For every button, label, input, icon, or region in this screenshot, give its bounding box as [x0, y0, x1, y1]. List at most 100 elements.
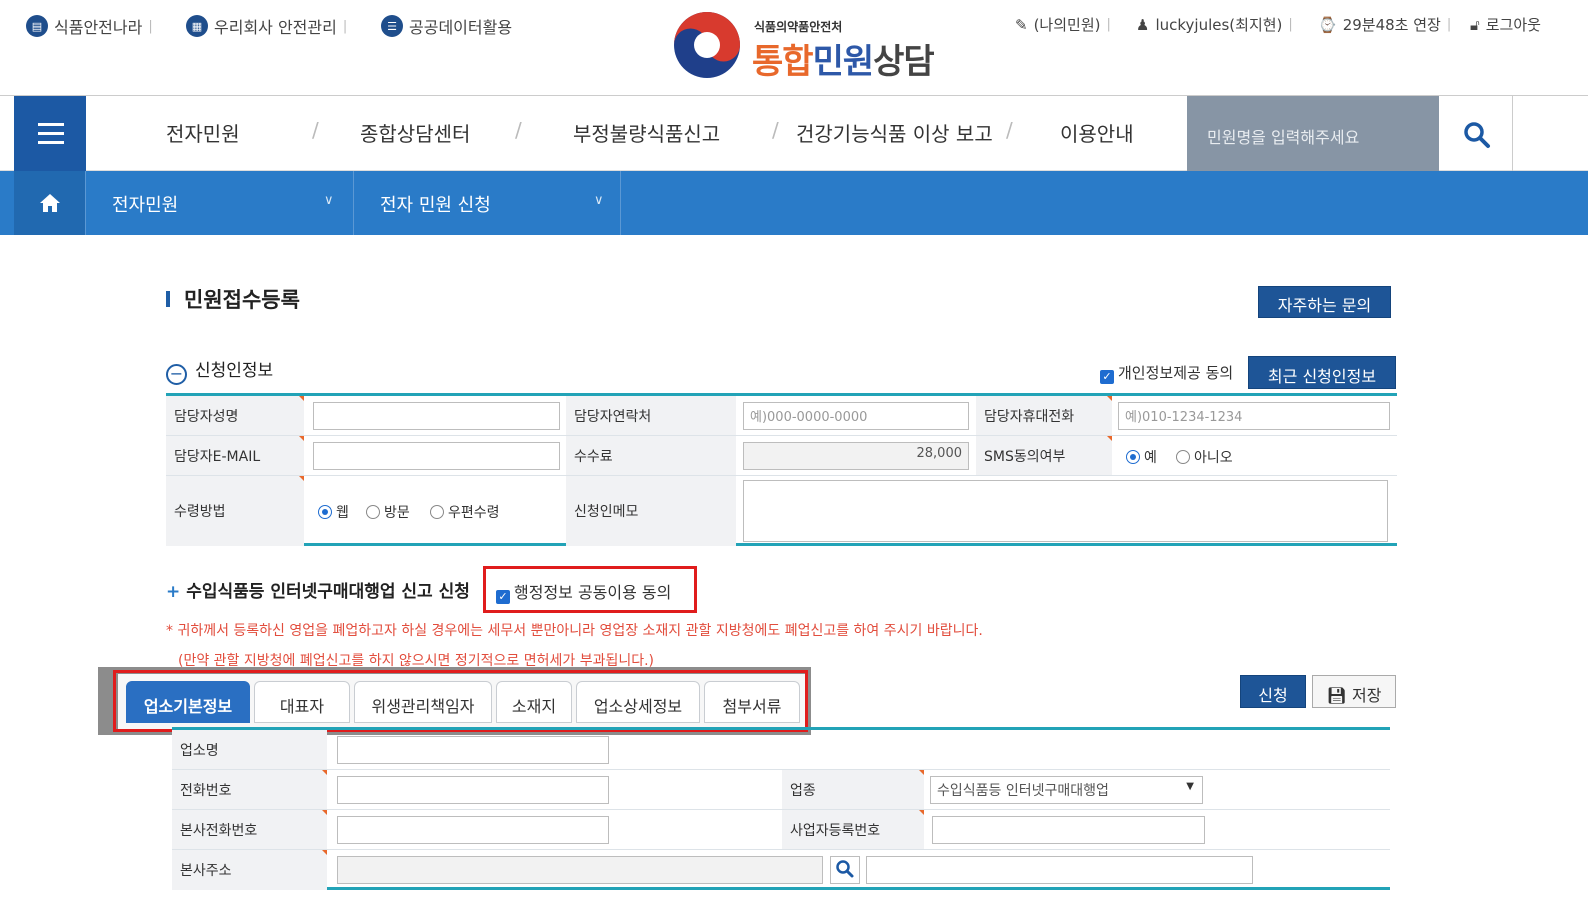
nav-item-e-minwon[interactable]: 전자민원	[166, 118, 240, 147]
sms-label: SMS동의여부	[976, 436, 1112, 475]
radio-selected-icon	[318, 505, 332, 519]
save-label: 저장	[1351, 686, 1382, 705]
breadcrumb-level1-label: 전자민원	[112, 195, 179, 216]
radio-selected-icon	[1126, 450, 1140, 464]
contact-label: 담당자연락처	[566, 396, 736, 435]
reg-no-label: 사업자등록번호	[782, 810, 924, 849]
business-name-label: 업소명	[172, 730, 327, 769]
chevron-down-icon: ∨	[324, 193, 334, 208]
sms-yes-radio[interactable]: 예	[1126, 447, 1157, 467]
search-input[interactable]: 민원명을 입력해주세요	[1187, 96, 1439, 171]
my-minwon-link[interactable]: ✎ (나의민원) |	[1015, 14, 1111, 35]
memo-field[interactable]	[743, 480, 1388, 542]
hq-address-detail-field[interactable]	[866, 856, 1253, 884]
search-icon	[1464, 122, 1490, 148]
session-extend-link[interactable]: ⌚ 29분48초 연장 |	[1318, 14, 1451, 35]
nav-item-health-food-report[interactable]: 건강기능식품 이상 보고	[796, 118, 993, 147]
receive-web-radio[interactable]: 웹	[318, 502, 349, 522]
home-icon	[40, 194, 60, 212]
applicant-section-heading[interactable]: − 신청인정보	[166, 356, 273, 385]
search-button[interactable]	[1439, 96, 1513, 171]
name-label: 담당자성명	[166, 396, 304, 435]
applicant-heading-label: 신청인정보	[195, 361, 274, 381]
hq-phone-label: 본사전화번호	[172, 810, 327, 849]
apply-button[interactable]: 신청	[1240, 675, 1306, 708]
table-row: 업소명	[172, 730, 1390, 770]
breadcrumb-level1[interactable]: 전자민원 ∨	[86, 171, 354, 235]
edit-icon: ✎	[1015, 15, 1028, 34]
nav-divider: /	[1006, 118, 1013, 142]
contact-field[interactable]: 예)000-0000-0000	[743, 402, 969, 430]
report-section-heading: + 수입식품등 인터넷구매대행업 신고 신청	[166, 577, 470, 602]
faq-button[interactable]: 자주하는 문의	[1258, 286, 1391, 318]
building-icon: ▦	[186, 15, 208, 37]
reg-no-field[interactable]	[932, 816, 1205, 844]
breadcrumb-level2[interactable]: 전자 민원 신청 ∨	[354, 171, 621, 235]
logout-label: 로그아웃	[1485, 16, 1541, 34]
util-label: 공공데이터활용	[409, 18, 513, 37]
util-link-foodsafety[interactable]: ▤ 식품안전나라 |	[26, 14, 153, 38]
highlight-box	[113, 670, 808, 732]
report-heading-label: 수입식품등 인터넷구매대행업 신고 신청	[186, 582, 470, 602]
main-nav: 전자민원 / 종합상담센터 / 부정불량식품신고 / 건강기능식품 이상 보고 …	[0, 95, 1588, 171]
phone-label: 전화번호	[172, 770, 327, 809]
nav-item-guide[interactable]: 이용안내	[1060, 118, 1134, 147]
menu-button[interactable]	[14, 96, 86, 171]
table-row: 담당자E-MAIL 수수료 28,000 SMS동의여부 예 아니오	[166, 436, 1397, 476]
radio-icon	[366, 505, 380, 519]
nav-item-consult-center[interactable]: 종합상담센터	[360, 118, 470, 147]
util-label: 식품안전나라	[54, 18, 143, 37]
table-row: 전화번호 업종 수입식품등 인터넷구매대행업 ▼	[172, 770, 1390, 810]
phone-field[interactable]	[337, 776, 609, 804]
page-title: 민원접수등록	[166, 284, 300, 314]
document-icon: ▤	[26, 15, 48, 37]
email-field[interactable]	[313, 442, 560, 470]
mobile-field[interactable]: 예)010-1234-1234	[1118, 402, 1390, 430]
sms-no-radio[interactable]: 아니오	[1176, 447, 1233, 467]
radio-icon	[430, 505, 444, 519]
home-button[interactable]	[14, 171, 86, 235]
floppy-icon: 💾︎	[1326, 686, 1347, 705]
breadcrumb-level2-label: 전자 민원 신청	[380, 195, 491, 216]
business-type-select[interactable]: 수입식품등 인터넷구매대행업 ▼	[930, 776, 1203, 804]
memo-label: 신청인메모	[566, 476, 736, 546]
user-info: ♟ luckyjules(최지현) |	[1136, 14, 1293, 35]
closure-note: * 귀하께서 등록하신 영업을 폐업하고자 하실 경우에는 세무서 뿐만아니라 …	[166, 623, 983, 639]
nav-item-bad-food-report[interactable]: 부정불량식품신고	[573, 118, 720, 147]
business-name-field[interactable]	[337, 736, 609, 764]
nav-divider: /	[312, 118, 319, 142]
name-field[interactable]	[313, 402, 560, 430]
util-link-public-data[interactable]: ☰ 공공데이터활용	[381, 14, 512, 38]
table-row: 본사주소	[172, 850, 1390, 890]
plus-icon: +	[166, 582, 181, 602]
recent-applicant-button[interactable]: 최근 신청인정보	[1248, 356, 1396, 389]
my-minwon-label: (나의민원)	[1033, 16, 1101, 34]
data-icon: ☰	[381, 15, 403, 37]
divider: |	[342, 18, 348, 34]
util-link-company-safety[interactable]: ▦ 우리회사 안전관리 |	[186, 14, 347, 38]
mobile-label: 담당자휴대전화	[976, 396, 1112, 435]
privacy-consent-checkbox[interactable]: ✓ 개인정보제공 동의	[1100, 362, 1233, 384]
highlight-box	[483, 566, 697, 613]
session-timer: 29분48초 연장	[1342, 16, 1441, 34]
checkbox-checked-icon: ✓	[1100, 370, 1114, 384]
hq-address-zip-field[interactable]	[337, 856, 823, 884]
save-button[interactable]: 💾︎ 저장	[1312, 675, 1396, 708]
address-search-button[interactable]	[830, 856, 860, 884]
dropdown-arrow-icon: ▼	[1186, 781, 1194, 792]
hq-phone-field[interactable]	[337, 816, 609, 844]
business-type-label: 업종	[782, 770, 924, 809]
radio-icon	[1176, 450, 1190, 464]
receive-visit-radio[interactable]: 방문	[366, 502, 410, 522]
site-logo[interactable]: 식품의약품안전처 통합민원상담	[670, 8, 970, 84]
receive-mail-radio[interactable]: 우편수령	[430, 502, 500, 522]
logo-subtitle: 식품의약품안전처	[754, 20, 843, 34]
chevron-down-icon: ∨	[594, 193, 604, 208]
search-icon	[836, 860, 854, 878]
hamburger-icon	[38, 123, 64, 126]
fee-label: 수수료	[566, 436, 736, 475]
util-label: 우리회사 안전관리	[214, 18, 337, 37]
table-row: 수령방법 웹 방문 우편수령 신청인메모	[166, 476, 1397, 546]
logout-link[interactable]: 🔓︎ 로그아웃	[1470, 14, 1541, 35]
nav-divider: /	[515, 118, 522, 142]
